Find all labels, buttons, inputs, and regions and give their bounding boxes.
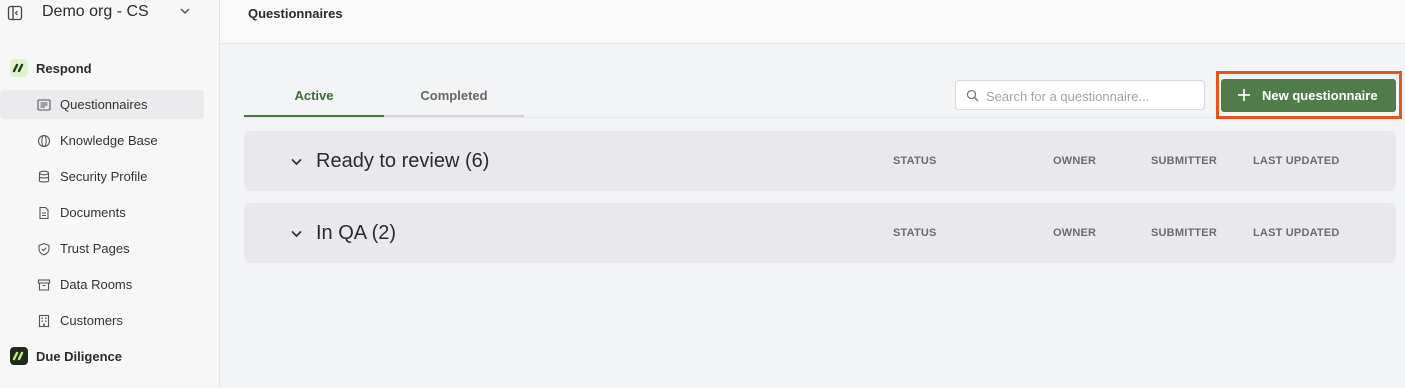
list-icon	[37, 98, 51, 112]
sidebar-toggle-icon[interactable]	[6, 4, 24, 22]
sidebar-item-label: Knowledge Base	[60, 133, 158, 148]
page-header: Questionnaires	[220, 0, 1405, 44]
sidebar-item-data-rooms[interactable]: Data Rooms	[0, 270, 204, 299]
column-header-owner: OWNER	[1053, 227, 1097, 239]
column-header-submitter: SUBMITTER	[1151, 155, 1217, 167]
globe-icon	[37, 134, 51, 148]
sidebar-item-trust-pages[interactable]: Trust Pages	[0, 234, 204, 263]
document-icon	[37, 206, 51, 220]
building-icon	[37, 314, 51, 328]
section-label: Due Diligence	[36, 348, 122, 364]
sidebar-item-customers[interactable]: Customers	[0, 306, 204, 335]
archive-icon	[37, 278, 51, 292]
sidebar-item-label: Data Rooms	[60, 277, 133, 292]
sidebar-item-label: Customers	[60, 313, 123, 328]
org-switcher[interactable]: Demo org - CS	[0, 0, 219, 44]
column-header-last-updated: LAST UPDATED	[1253, 155, 1340, 167]
column-header-submitter: SUBMITTER	[1151, 227, 1217, 239]
new-questionnaire-button[interactable]: New questionnaire	[1221, 79, 1396, 112]
sidebar-item-label: Trust Pages	[60, 241, 130, 256]
section-due-diligence[interactable]: Due Diligence	[10, 345, 122, 367]
sidebar-item-questionnaires[interactable]: Questionnaires	[0, 90, 204, 119]
section-respond: Respond	[10, 57, 92, 79]
sidebar-item-documents[interactable]: Documents	[0, 198, 204, 227]
org-name[interactable]: Demo org - CS	[42, 3, 149, 21]
column-header-status: STATUS	[893, 227, 937, 239]
chevron-down-icon[interactable]	[178, 4, 192, 18]
group-in-qa[interactable]: In QA (2) STATUS OWNER SUBMITTER LAST UP…	[244, 203, 1396, 263]
column-header-status: STATUS	[893, 155, 937, 167]
column-header-owner: OWNER	[1053, 155, 1097, 167]
sidebar: Demo org - CS Respond Questionnaires Kno…	[0, 0, 220, 388]
sidebar-item-label: Security Profile	[60, 169, 148, 184]
section-label: Respond	[36, 60, 92, 76]
chevron-down-icon[interactable]	[290, 227, 303, 240]
sidebar-item-label: Documents	[60, 205, 126, 220]
search-box[interactable]	[955, 80, 1205, 110]
tab-completed[interactable]: Completed	[384, 75, 524, 117]
search-input[interactable]	[986, 86, 1196, 106]
group-ready-to-review[interactable]: Ready to review (6) STATUS OWNER SUBMITT…	[244, 131, 1396, 191]
search-icon	[966, 89, 979, 102]
sidebar-item-label: Questionnaires	[60, 97, 148, 112]
page-title: Questionnaires	[248, 6, 343, 21]
chevron-down-icon[interactable]	[290, 155, 303, 168]
database-icon	[37, 170, 51, 184]
plus-icon	[1237, 88, 1251, 102]
tab-active[interactable]: Active	[244, 75, 384, 117]
respond-logo-icon	[10, 59, 28, 77]
due-diligence-logo-icon	[10, 347, 28, 365]
new-questionnaire-label: New questionnaire	[1262, 88, 1378, 103]
sidebar-item-knowledge-base[interactable]: Knowledge Base	[0, 126, 204, 155]
group-title: Ready to review (6)	[316, 150, 490, 172]
shield-icon	[37, 242, 51, 256]
sidebar-item-security-profile[interactable]: Security Profile	[0, 162, 204, 191]
column-header-last-updated: LAST UPDATED	[1253, 227, 1340, 239]
group-title: In QA (2)	[316, 222, 397, 244]
